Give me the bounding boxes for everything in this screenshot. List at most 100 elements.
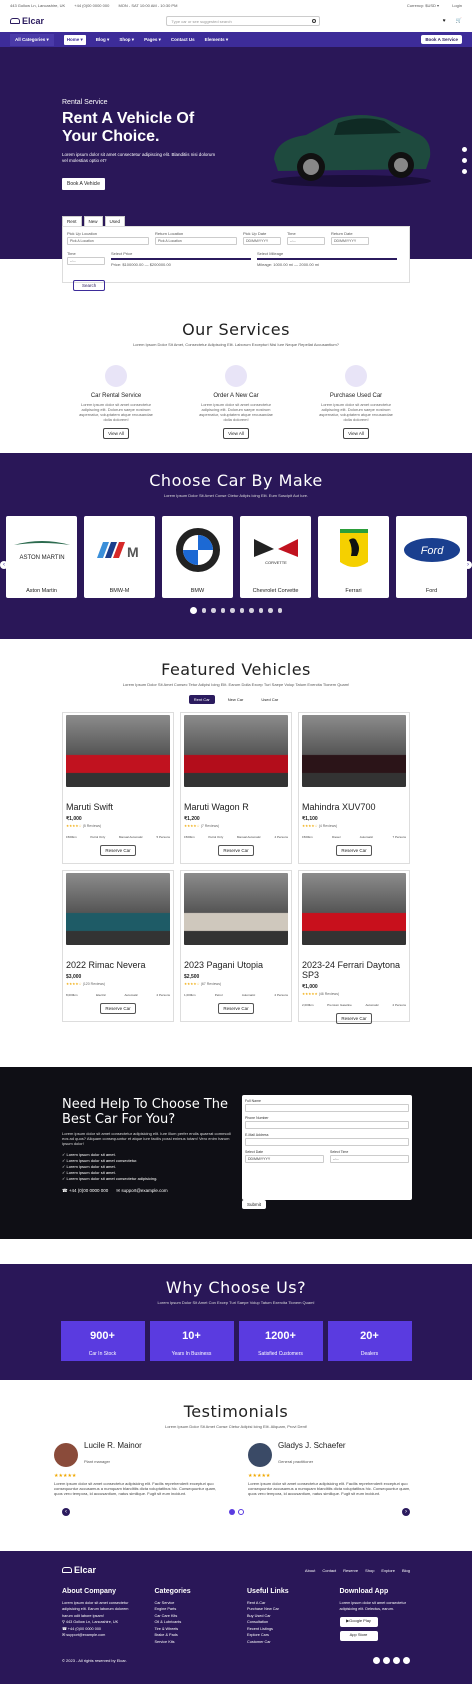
vehicle-image[interactable]	[184, 873, 288, 945]
make-card[interactable]: ASTON MARTIN Aston Martin	[6, 516, 77, 598]
view-all-button[interactable]: View All	[343, 428, 369, 439]
help-phone[interactable]: ☎ +44 (0)00 0000 000	[62, 1188, 108, 1194]
login-link[interactable]: Login	[452, 3, 462, 8]
currency-select[interactable]: Currency: $USD ▾	[407, 3, 439, 8]
vehicle-image[interactable]	[184, 715, 288, 787]
google-play-button[interactable]: ▶ Google Play	[339, 1616, 378, 1627]
page-dot[interactable]	[277, 608, 283, 613]
vehicle-image[interactable]	[66, 873, 170, 945]
search-button[interactable]: Search	[73, 279, 106, 291]
return-time-input[interactable]: --:--	[67, 257, 105, 265]
book-service-button[interactable]: Book A Service	[421, 35, 462, 44]
reserve-car-button[interactable]: Reserve Car	[336, 1013, 372, 1024]
make-card[interactable]: M BMW-M	[84, 516, 155, 598]
time-field[interactable]: --:--	[330, 1155, 409, 1163]
make-card[interactable]: Ferrari	[318, 516, 389, 598]
stat-value: 900+	[90, 1330, 115, 1342]
vehicle-card: Maruti Swift ₹1,000 ★★★★☆ (5 Reviews) 1500k…	[62, 712, 174, 864]
make-name: Chevrolet Corvette	[252, 588, 299, 594]
useful-link[interactable]: Customer Car	[247, 1639, 318, 1646]
twitter-icon[interactable]	[383, 1657, 390, 1664]
footer-link-explore[interactable]: Explore	[381, 1568, 395, 1573]
vehicle-image[interactable]	[66, 715, 170, 787]
avatar	[248, 1442, 272, 1467]
vehicle-image[interactable]	[302, 873, 406, 945]
cart-icon[interactable]: 🛒	[456, 18, 462, 24]
nav-elements[interactable]: Elements ▾	[205, 37, 229, 43]
page-dot[interactable]	[230, 608, 235, 613]
make-card[interactable]: Ford Ford	[396, 516, 467, 598]
pickup-date-input[interactable]: DD/MM/YYYY	[243, 237, 281, 245]
prev-arrow-icon[interactable]: ‹	[0, 561, 8, 569]
reserve-car-button[interactable]: Reserve Car	[218, 1003, 254, 1014]
facebook-icon[interactable]	[373, 1657, 380, 1664]
mileage-slider[interactable]	[257, 258, 397, 260]
nav-pages[interactable]: Pages ▾	[144, 37, 161, 43]
tab-used-car[interactable]: Used Car	[256, 695, 283, 704]
footer-logo[interactable]: Elcar	[62, 1565, 96, 1575]
pickup-time-input[interactable]: --:--	[287, 237, 325, 245]
page-dot[interactable]	[229, 1509, 235, 1515]
view-all-button[interactable]: View All	[223, 428, 249, 439]
help-email[interactable]: ✉ support@example.com	[116, 1188, 167, 1194]
footer-link-blog[interactable]: Blog	[402, 1568, 410, 1573]
tab-rent-car[interactable]: Rent Car	[188, 695, 215, 704]
page-dot[interactable]	[258, 608, 264, 613]
submit-button[interactable]: Submit	[242, 1200, 267, 1209]
date-field[interactable]: DD/MM/YYYY	[245, 1155, 324, 1163]
nav-blog[interactable]: Blog ▾	[96, 37, 110, 43]
page-dot[interactable]	[268, 608, 273, 613]
stat-label: Satisfied Customers	[258, 1351, 303, 1357]
page-dot[interactable]	[238, 1509, 244, 1515]
instagram-icon[interactable]	[403, 1657, 410, 1664]
nav-contact[interactable]: Contact Us	[171, 37, 195, 42]
page-dot[interactable]	[239, 608, 245, 613]
search-input[interactable]: Type car or see suggested search	[166, 16, 321, 26]
view-all-button[interactable]: View All	[103, 428, 129, 439]
slider-dot[interactable]	[462, 147, 467, 152]
next-arrow-icon[interactable]: ›	[402, 1508, 410, 1516]
spec-item: Automatic	[124, 993, 138, 997]
next-arrow-icon[interactable]: ›	[464, 561, 472, 569]
footer-link-shop[interactable]: Shop	[365, 1568, 374, 1573]
footer-link-reserve[interactable]: Reserve	[343, 1568, 358, 1573]
pickup-select[interactable]: Pick A Location	[67, 237, 149, 245]
make-card[interactable]: BMW	[162, 516, 233, 598]
reserve-car-button[interactable]: Reserve Car	[100, 1003, 136, 1014]
page-dot[interactable]	[211, 608, 216, 613]
vehicle-image[interactable]	[302, 715, 406, 787]
slider-dot[interactable]	[462, 169, 467, 174]
email-field[interactable]	[245, 1138, 409, 1146]
page-dot[interactable]	[189, 607, 197, 614]
page-dot[interactable]	[220, 608, 226, 613]
make-card[interactable]: CORVETTE Chevrolet Corvette	[240, 516, 311, 598]
reserve-car-button[interactable]: Reserve Car	[336, 845, 372, 856]
return-select[interactable]: Pick A Location	[155, 237, 237, 245]
heart-icon[interactable]: ♥	[443, 18, 446, 24]
footer-link-contact[interactable]: Contact	[322, 1568, 336, 1573]
nav-home[interactable]: Home ▾	[63, 34, 86, 45]
reserve-car-button[interactable]: Reserve Car	[100, 845, 136, 856]
return-date-input[interactable]: DD/MM/YYYY	[331, 237, 369, 245]
price-slider[interactable]	[111, 258, 251, 260]
app-store-button[interactable]: App Store	[339, 1630, 378, 1641]
vehicle-specs: 1500km Petrol Only Manual Automatic 5 Perso…	[66, 835, 170, 839]
book-vehicle-button[interactable]: Book A Vehicle	[62, 178, 106, 190]
footer-link-about[interactable]: About	[305, 1568, 315, 1573]
download-app-column: Download App Lorem ipsum dolor sit amet …	[339, 1588, 411, 1645]
category-link[interactable]: Service Kits	[155, 1639, 226, 1646]
spec-item: 4 Persons	[274, 835, 288, 839]
phone-field[interactable]	[245, 1121, 409, 1129]
brand-logo[interactable]: Elcar	[10, 16, 44, 26]
nav-shop[interactable]: Shop ▾	[119, 37, 134, 43]
page-dot[interactable]	[201, 608, 207, 613]
slider-dot[interactable]	[462, 158, 467, 163]
page-dot[interactable]	[249, 608, 254, 613]
prev-arrow-icon[interactable]: ‹	[62, 1508, 70, 1516]
reserve-car-button[interactable]: Reserve Car	[218, 845, 254, 856]
search-icon[interactable]	[312, 19, 317, 23]
tab-new-car[interactable]: New Car	[223, 695, 249, 704]
linkedin-icon[interactable]	[393, 1657, 400, 1664]
all-categories-button[interactable]: All Categories ▾	[10, 33, 54, 46]
full-name-field[interactable]	[245, 1104, 409, 1112]
